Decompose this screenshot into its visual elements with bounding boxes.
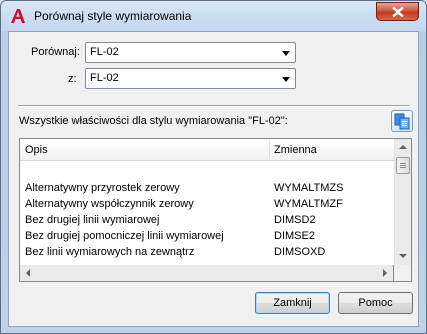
row-opis: Alternatywny współczynnik zerowy xyxy=(25,198,194,210)
window-close-button[interactable] xyxy=(376,2,419,21)
grip-line xyxy=(400,165,406,166)
scroll-left-button[interactable] xyxy=(20,265,37,281)
title-bar[interactable]: Porównaj style wymiarowania xyxy=(1,1,426,31)
table-row[interactable] xyxy=(20,165,395,181)
scroll-right-button[interactable] xyxy=(376,265,393,281)
grip-line xyxy=(400,163,406,164)
chevron-down-icon xyxy=(399,254,407,258)
with-style-value: FL-02 xyxy=(90,72,119,84)
compare-style-select[interactable]: FL-02 xyxy=(85,42,296,63)
compare-style-value: FL-02 xyxy=(90,46,119,58)
row-opis: Alternatywny przyrostek zerowy xyxy=(25,182,180,194)
row-zmienna: DIMSOXD xyxy=(274,246,326,258)
horizontal-scrollbar[interactable] xyxy=(19,265,394,282)
autocad-a-icon xyxy=(9,7,27,25)
grip-line xyxy=(400,167,406,168)
dialog-window: Porównaj style wymiarowania Porównaj: FL… xyxy=(0,0,427,334)
column-header-opis[interactable]: Opis xyxy=(25,144,48,156)
row-zmienna: DIMSD2 xyxy=(274,214,316,226)
scroll-thumb[interactable] xyxy=(396,157,410,174)
row-zmienna: DIMSE2 xyxy=(274,230,315,242)
dialog-client-area: Porównaj: FL-02 z: FL-02 Wszystkie właśc… xyxy=(8,31,419,327)
close-button[interactable]: Zamknij xyxy=(255,292,330,314)
column-divider[interactable] xyxy=(269,141,270,159)
chevron-down-icon xyxy=(282,77,290,82)
help-button[interactable]: Pomoc xyxy=(338,292,413,314)
divider xyxy=(18,105,410,107)
close-x-icon xyxy=(392,7,404,17)
row-zmienna: WYMALTMZS xyxy=(274,182,344,194)
vertical-scrollbar[interactable] xyxy=(394,139,411,265)
scroll-up-button[interactable] xyxy=(395,139,411,156)
chevron-left-icon xyxy=(26,269,30,277)
column-header-zmienna[interactable]: Zmienna xyxy=(274,144,317,156)
copy-to-clipboard-icon xyxy=(394,113,410,130)
table-row[interactable]: Bez drugiej pomocniczej linii wymiarowej… xyxy=(20,229,395,245)
row-opis: Bez drugiej linii wymiarowej xyxy=(25,214,160,226)
table-row[interactable]: Alternatywny współczynnik zerowy WYMALTM… xyxy=(20,197,395,213)
row-zmienna: WYMALTMZF xyxy=(274,198,343,210)
chevron-right-icon xyxy=(383,269,387,277)
table-row[interactable]: Bez linii wymiarowych na zewnątrz DIMSOX… xyxy=(20,245,395,261)
properties-label: Wszystkie właściwości dla stylu wymiarow… xyxy=(19,115,288,127)
chevron-down-icon xyxy=(282,51,290,56)
with-style-select[interactable]: FL-02 xyxy=(85,68,296,89)
table-row[interactable]: Bez drugiej linii wymiarowej DIMSD2 xyxy=(20,213,395,229)
row-opis: Bez linii wymiarowych na zewnątrz xyxy=(25,246,195,258)
with-label: z: xyxy=(68,73,77,85)
window-title: Porównaj style wymiarowania xyxy=(34,9,192,23)
compare-label: Porównaj: xyxy=(31,46,80,58)
scrollbar-corner xyxy=(394,265,412,282)
scroll-down-button[interactable] xyxy=(395,248,411,265)
table-row[interactable]: Alternatywny przyrostek zerowy WYMALTMZS xyxy=(20,181,395,197)
list-header: Opis Zmienna xyxy=(20,139,395,161)
copy-to-clipboard-button[interactable] xyxy=(391,110,413,132)
chevron-up-icon xyxy=(399,145,407,149)
properties-list[interactable]: Opis Zmienna Alternatywny przyrostek zer… xyxy=(19,138,412,266)
row-opis: Bez drugiej pomocniczej linii wymiarowej xyxy=(25,230,224,242)
